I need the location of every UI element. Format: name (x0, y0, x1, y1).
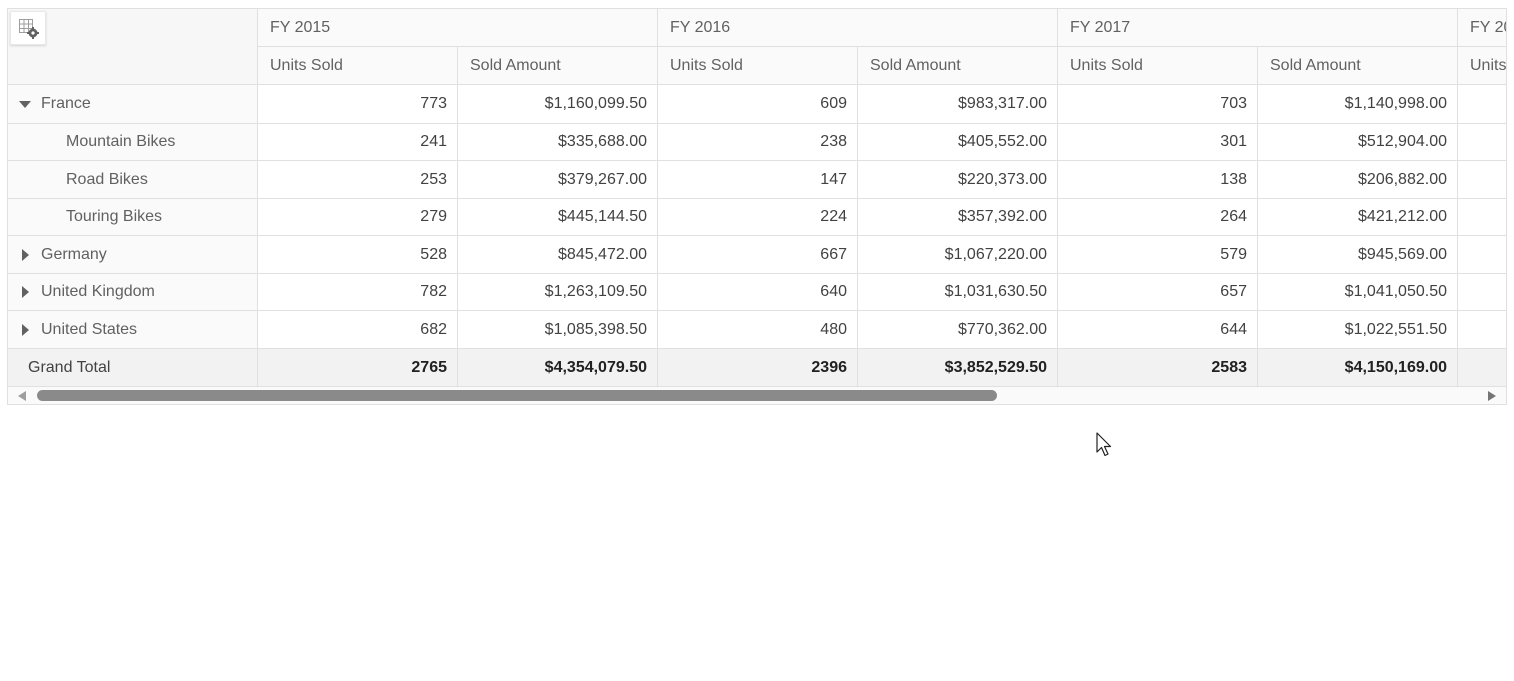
expand-arrow-icon[interactable] (17, 311, 33, 348)
row-header: Road Bikes (8, 161, 258, 199)
grand-total-cell[interactable]: 2396 (658, 349, 858, 387)
scrollbar-thumb[interactable] (37, 390, 997, 401)
value-cell[interactable] (1458, 85, 1506, 124)
grand-total-cell[interactable]: $4,354,079.50 (458, 349, 658, 387)
value-cell[interactable]: $1,085,398.50 (458, 311, 658, 349)
mouse-pointer-icon (1096, 432, 1112, 457)
grand-total-cell[interactable]: 2765 (258, 349, 458, 387)
row-header: Mountain Bikes (8, 124, 258, 161)
value-cell[interactable]: 138 (1058, 161, 1258, 199)
value-cell[interactable]: 279 (258, 199, 458, 236)
scroll-right-arrow-icon[interactable] (1488, 391, 1496, 401)
row-header-label: Touring Bikes (66, 208, 163, 225)
value-cell[interactable]: $421,212.00 (1258, 199, 1458, 236)
value-cell[interactable]: $512,904.00 (1258, 124, 1458, 161)
value-cell[interactable]: 238 (658, 124, 858, 161)
value-cell[interactable]: $1,067,220.00 (858, 236, 1058, 274)
row-header[interactable]: United Kingdom (8, 274, 258, 311)
grand-total-cell[interactable]: $3,852,529.50 (858, 349, 1058, 387)
expand-arrow-icon[interactable] (17, 236, 33, 273)
row-header-label: France (41, 95, 91, 112)
pivot-table: FY 2015FY 2016FY 2017FY 20Units SoldSold… (7, 8, 1507, 405)
value-cell[interactable] (1458, 161, 1506, 199)
row-header-label: Road Bikes (66, 170, 148, 188)
value-cell[interactable]: 224 (658, 199, 858, 236)
value-cell[interactable]: $1,041,050.50 (1258, 274, 1458, 311)
column-header-measure[interactable]: Sold Amount (858, 47, 1058, 85)
value-cell[interactable]: 301 (1058, 124, 1258, 161)
row-header-label: United Kingdom (41, 283, 155, 300)
grand-total-label: Grand Total (28, 358, 111, 376)
value-cell[interactable]: 703 (1058, 85, 1258, 124)
value-cell[interactable] (1458, 236, 1506, 274)
row-header: Touring Bikes (8, 199, 258, 236)
value-cell[interactable]: $405,552.00 (858, 124, 1058, 161)
value-cell[interactable]: $1,031,630.50 (858, 274, 1058, 311)
column-header-measure[interactable]: Units Sold (258, 47, 458, 85)
row-header[interactable]: United States (8, 311, 258, 349)
value-cell[interactable]: $206,882.00 (1258, 161, 1458, 199)
value-cell[interactable]: 773 (258, 85, 458, 124)
value-cell[interactable]: 682 (258, 311, 458, 349)
row-header-label: Mountain Bikes (66, 133, 176, 150)
value-cell[interactable]: 657 (1058, 274, 1258, 311)
column-header-year[interactable]: FY 2015 (258, 9, 658, 47)
column-header-measure[interactable]: Units Sold (1058, 47, 1258, 85)
value-cell[interactable]: 609 (658, 85, 858, 124)
value-cell[interactable]: 640 (658, 274, 858, 311)
value-cell[interactable]: $379,267.00 (458, 161, 658, 199)
expand-arrow-icon[interactable] (17, 274, 33, 310)
column-header-measure[interactable]: Units Sold (1458, 47, 1506, 85)
value-cell[interactable]: $983,317.00 (858, 85, 1058, 124)
grand-total-cell[interactable] (1458, 349, 1506, 387)
column-header-measure[interactable]: Sold Amount (1258, 47, 1458, 85)
grand-total-cell[interactable]: $4,150,169.00 (1258, 349, 1458, 387)
value-cell[interactable]: $945,569.00 (1258, 236, 1458, 274)
value-cell[interactable]: $445,144.50 (458, 199, 658, 236)
column-header-measure[interactable]: Units Sold (658, 47, 858, 85)
value-cell[interactable]: 147 (658, 161, 858, 199)
value-cell[interactable]: $1,160,099.50 (458, 85, 658, 124)
value-cell[interactable]: $845,472.00 (458, 236, 658, 274)
grouping-bar-settings-button[interactable] (10, 11, 46, 45)
value-cell[interactable] (1458, 199, 1506, 236)
collapse-arrow-icon[interactable] (17, 85, 33, 123)
value-cell[interactable]: 528 (258, 236, 458, 274)
grand-total-header: Grand Total (8, 349, 258, 387)
grand-total-cell[interactable]: 2583 (1058, 349, 1258, 387)
value-cell[interactable] (1458, 274, 1506, 311)
value-cell[interactable]: $335,688.00 (458, 124, 658, 161)
horizontal-scrollbar[interactable] (8, 387, 1506, 404)
value-cell[interactable]: $1,140,998.00 (1258, 85, 1458, 124)
column-header-year[interactable]: FY 20 (1458, 9, 1506, 47)
value-cell[interactable]: 579 (1058, 236, 1258, 274)
value-cell[interactable]: 480 (658, 311, 858, 349)
value-cell[interactable]: $1,022,551.50 (1258, 311, 1458, 349)
value-cell[interactable]: 667 (658, 236, 858, 274)
value-cell[interactable]: $770,362.00 (858, 311, 1058, 349)
row-header[interactable]: France (8, 85, 258, 124)
value-cell[interactable]: 264 (1058, 199, 1258, 236)
row-header-label: United States (41, 320, 138, 338)
row-header-label: Germany (41, 245, 107, 263)
value-cell[interactable]: $357,392.00 (858, 199, 1058, 236)
column-header-year[interactable]: FY 2016 (658, 9, 1058, 47)
scroll-left-arrow-icon[interactable] (18, 391, 26, 401)
row-header[interactable]: Germany (8, 236, 258, 274)
value-cell[interactable]: 253 (258, 161, 458, 199)
pivot-corner (8, 9, 258, 85)
grid-settings-icon (19, 19, 39, 39)
value-cell[interactable]: 782 (258, 274, 458, 311)
value-cell[interactable] (1458, 311, 1506, 349)
column-header-year[interactable]: FY 2017 (1058, 9, 1458, 47)
value-cell[interactable]: $1,263,109.50 (458, 274, 658, 311)
value-cell[interactable]: 241 (258, 124, 458, 161)
column-header-measure[interactable]: Sold Amount (458, 47, 658, 85)
value-cell[interactable]: 644 (1058, 311, 1258, 349)
value-cell[interactable] (1458, 124, 1506, 161)
value-cell[interactable]: $220,373.00 (858, 161, 1058, 199)
